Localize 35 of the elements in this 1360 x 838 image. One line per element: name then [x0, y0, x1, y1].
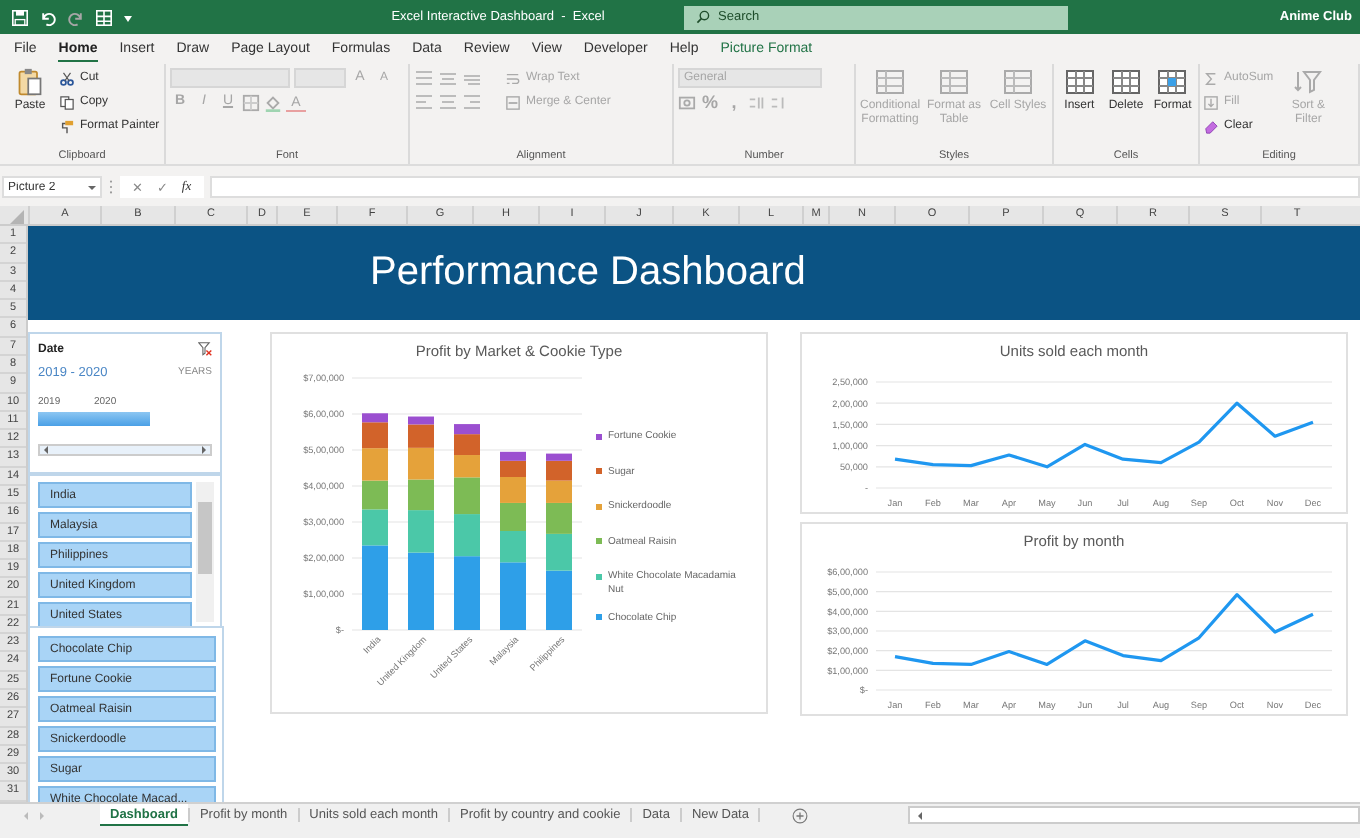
year-bar[interactable] [38, 412, 94, 426]
filter-icon [1294, 68, 1323, 96]
brush-icon [60, 119, 74, 133]
dashboard-title: Performance Dashboard [370, 250, 806, 296]
copy-icon [60, 95, 74, 109]
fill-down-icon [1204, 95, 1218, 109]
increase-decimal-icon[interactable] [748, 93, 766, 111]
eraser-icon [1204, 119, 1218, 133]
timeline-scrollbar[interactable] [38, 444, 212, 456]
horizontal-scrollbar[interactable] [908, 806, 1360, 824]
sum-icon [1204, 71, 1218, 85]
undo-icon[interactable] [40, 9, 56, 25]
caret-icon[interactable] [88, 185, 96, 189]
search-icon [696, 10, 710, 24]
scissors-icon [60, 71, 74, 85]
clipboard-icon [16, 68, 44, 96]
formula-input[interactable] [209, 176, 1360, 198]
paint-bucket-icon[interactable] [264, 93, 282, 111]
save-icon[interactable] [12, 9, 28, 25]
borders-icon[interactable] [242, 93, 260, 111]
decrease-decimal-icon[interactable] [770, 93, 788, 111]
table-icon [876, 68, 905, 96]
clear-filter-icon[interactable] [198, 342, 212, 356]
table-icon[interactable] [96, 9, 112, 25]
table-icon [940, 68, 969, 96]
table-icon [1158, 68, 1187, 96]
table-icon [1065, 68, 1094, 96]
merge-cells-icon [506, 95, 520, 109]
year-bar[interactable] [94, 412, 150, 426]
wrap-text-icon [506, 71, 520, 85]
table-icon [1004, 68, 1032, 96]
slicer-scrollbar[interactable] [196, 482, 214, 622]
currency-icon[interactable] [678, 93, 696, 111]
table-icon [1111, 68, 1140, 96]
add-sheet-icon[interactable] [792, 807, 809, 823]
